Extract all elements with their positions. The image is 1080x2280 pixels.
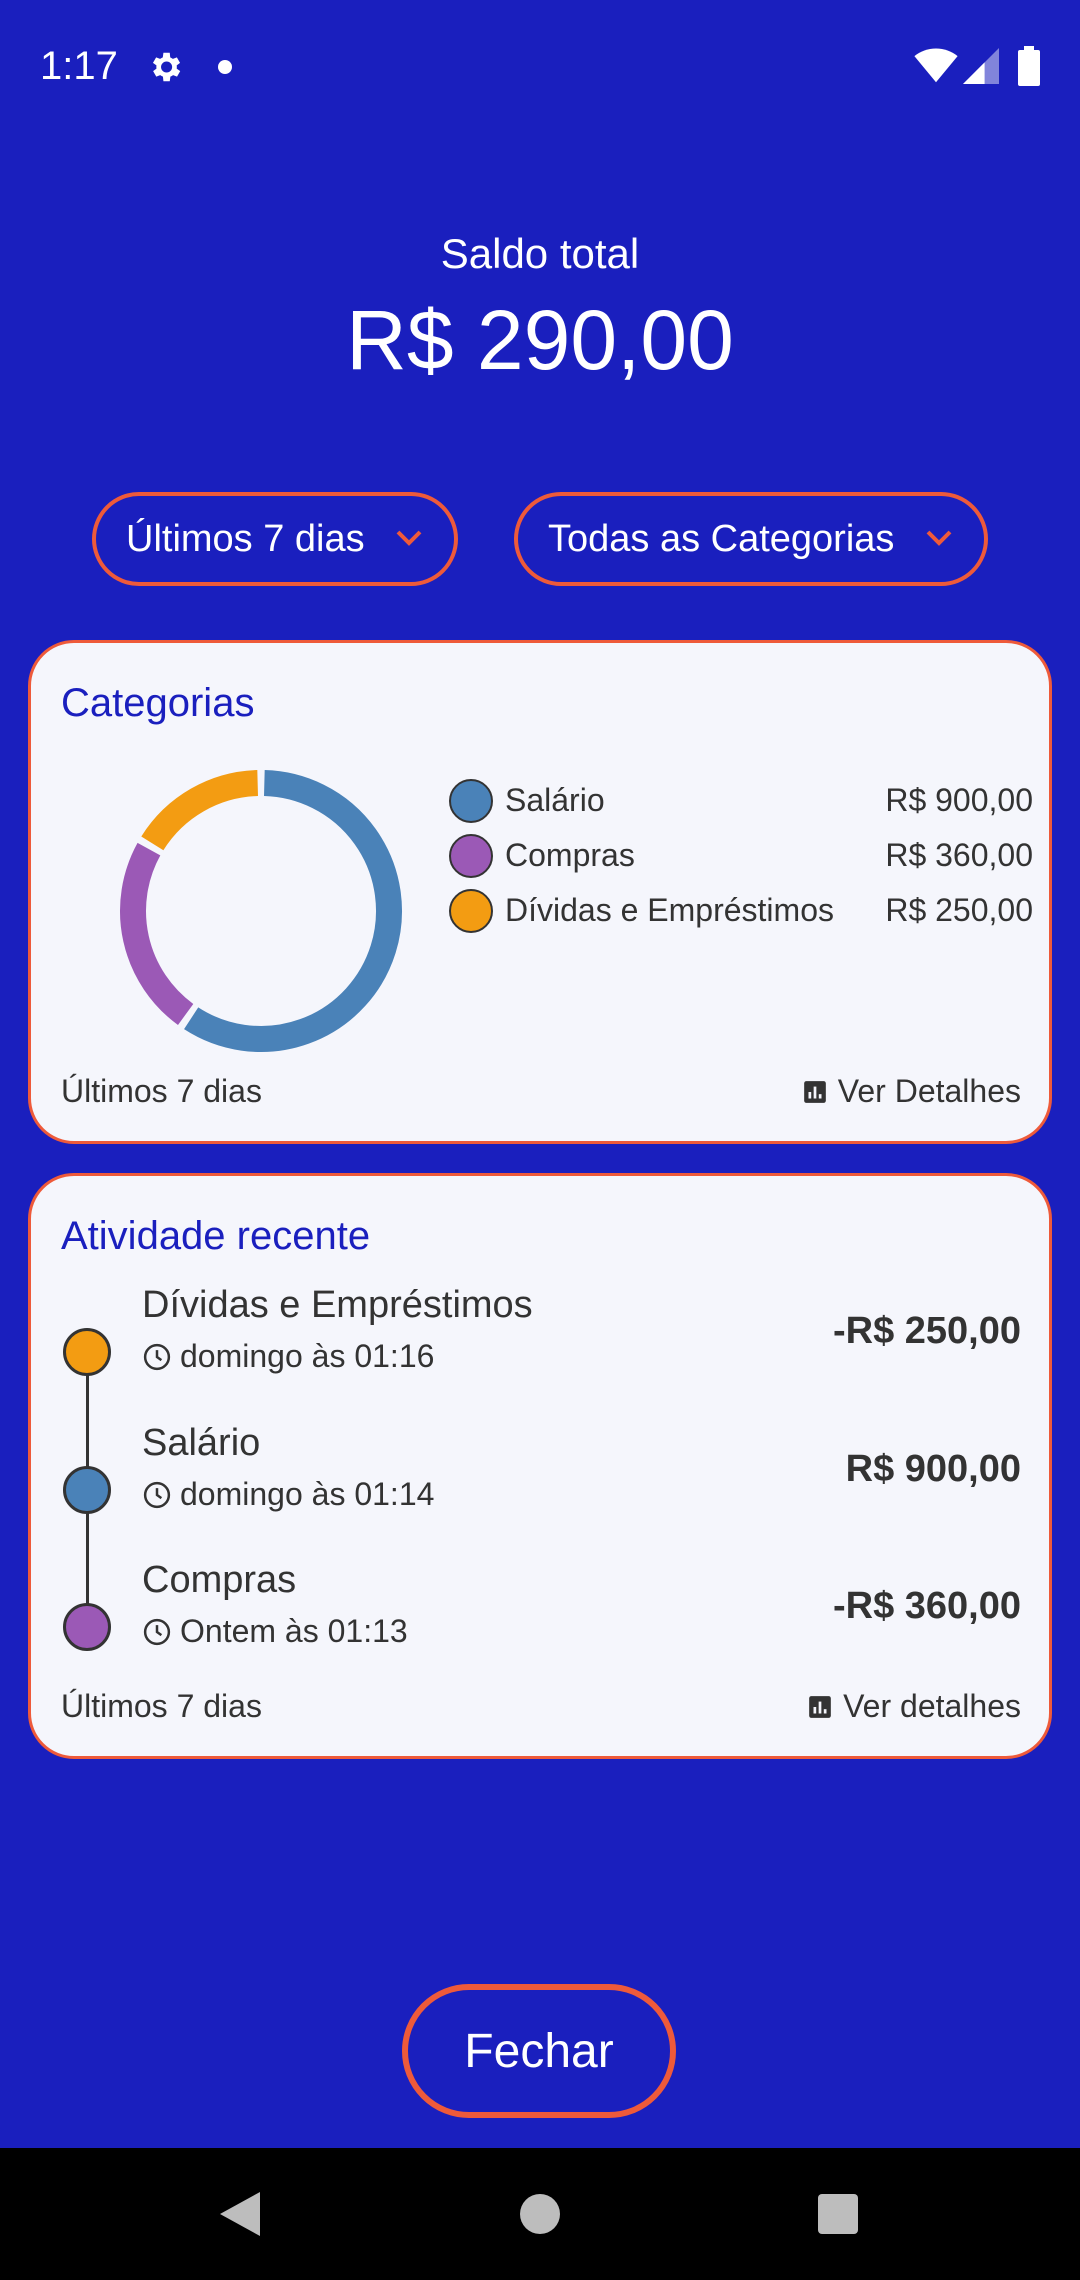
- legend-item: Salário R$ 900,00: [449, 773, 1033, 828]
- activity-amount: -R$ 360,00: [832, 1585, 1021, 1627]
- activity-name: Dívidas e Empréstimos: [142, 1284, 533, 1326]
- donut-segment: [120, 842, 194, 1025]
- categories-donut-chart: [120, 770, 402, 1052]
- home-icon[interactable]: [520, 2194, 560, 2234]
- close-button-label: Fechar: [464, 2024, 614, 2078]
- activity-time-label: domingo às 01:14: [180, 1476, 435, 1512]
- activity-name: Compras: [142, 1559, 297, 1601]
- recents-icon[interactable]: [818, 2194, 858, 2234]
- clock-icon: [143, 1618, 171, 1645]
- activity-name: Salário: [142, 1422, 261, 1464]
- legend-item: Compras R$ 360,00: [449, 828, 1033, 883]
- battery-icon: [1018, 46, 1040, 86]
- legend-color-dot: [449, 833, 493, 878]
- activity-color-dot: [63, 1603, 111, 1651]
- donut-segment: [141, 770, 259, 851]
- wifi-icon: [914, 48, 958, 83]
- legend-item: Dívidas e Empréstimos R$ 250,00: [449, 883, 1033, 938]
- back-icon[interactable]: [218, 2190, 262, 2238]
- balance-value: R$ 290,00: [346, 293, 734, 387]
- categories-card: Categorias Salário R$ 900,00 Compras R$ …: [28, 640, 1052, 1144]
- clock-icon: [143, 1343, 171, 1370]
- legend-name: Dívidas e Empréstimos: [505, 892, 834, 928]
- activity-amount: -R$ 250,00: [832, 1310, 1021, 1352]
- details-link-label: Ver Detalhes: [837, 1073, 1021, 1109]
- donut-segment: [184, 770, 402, 1052]
- legend-name: Salário: [505, 782, 605, 818]
- signal-icon: [963, 48, 999, 84]
- status-bar: 1:17: [0, 0, 1080, 135]
- status-time: 1:17: [40, 44, 118, 88]
- recent-activity-card: Atividade recente Dívidas e Empréstimos …: [28, 1173, 1052, 1759]
- balance-label: Saldo total: [440, 230, 640, 277]
- activity-color-dot: [63, 1466, 111, 1514]
- category-filter-dropdown[interactable]: Todas as Categorias: [514, 492, 988, 586]
- category-filter-label: Todas as Categorias: [548, 517, 895, 560]
- legend-color-dot: [449, 778, 493, 823]
- categories-title: Categorias: [61, 681, 255, 725]
- clock-icon: [143, 1481, 171, 1508]
- activity-time: domingo às 01:14: [142, 1476, 434, 1513]
- gear-icon: [152, 52, 181, 82]
- activity-title: Atividade recente: [61, 1214, 371, 1258]
- categories-legend: Salário R$ 900,00 Compras R$ 360,00 Dívi…: [449, 773, 1033, 938]
- categories-period-label: Últimos 7 dias: [61, 1073, 262, 1109]
- bar-chart-icon: [803, 1080, 826, 1103]
- activity-amount: R$ 900,00: [845, 1448, 1021, 1490]
- activity-item[interactable]: Salário domingo às 01:14 R$ 900,00: [31, 1422, 1049, 1542]
- categories-details-link[interactable]: Ver Detalhes: [802, 1073, 1021, 1110]
- legend-value: R$ 250,00: [885, 892, 1033, 928]
- activity-time-label: Ontem às 01:13: [180, 1613, 408, 1649]
- activity-color-dot: [63, 1328, 111, 1376]
- activity-item[interactable]: Dívidas e Empréstimos domingo às 01:16 -…: [31, 1284, 1049, 1404]
- period-filter-dropdown[interactable]: Últimos 7 dias: [92, 492, 458, 586]
- activity-time: Ontem às 01:13: [142, 1613, 408, 1650]
- details-link-label: Ver detalhes: [843, 1688, 1021, 1724]
- activity-time: domingo às 01:16: [142, 1338, 434, 1375]
- chevron-down-icon: [396, 530, 422, 546]
- bar-chart-icon: [809, 1695, 831, 1718]
- chevron-down-icon: [926, 530, 952, 546]
- system-nav-bar: [0, 2148, 1080, 2280]
- activity-details-link[interactable]: Ver detalhes: [807, 1688, 1021, 1725]
- legend-value: R$ 900,00: [885, 782, 1033, 818]
- activity-time-label: domingo às 01:16: [180, 1338, 435, 1374]
- legend-color-dot: [449, 888, 493, 933]
- notification-dot: [218, 60, 232, 74]
- close-button[interactable]: Fechar: [402, 1984, 676, 2118]
- activity-item[interactable]: Compras Ontem às 01:13 -R$ 360,00: [31, 1559, 1049, 1679]
- period-filter-label: Últimos 7 dias: [126, 517, 365, 560]
- legend-value: R$ 360,00: [885, 837, 1033, 873]
- activity-period-label: Últimos 7 dias: [61, 1688, 262, 1724]
- legend-name: Compras: [505, 837, 635, 873]
